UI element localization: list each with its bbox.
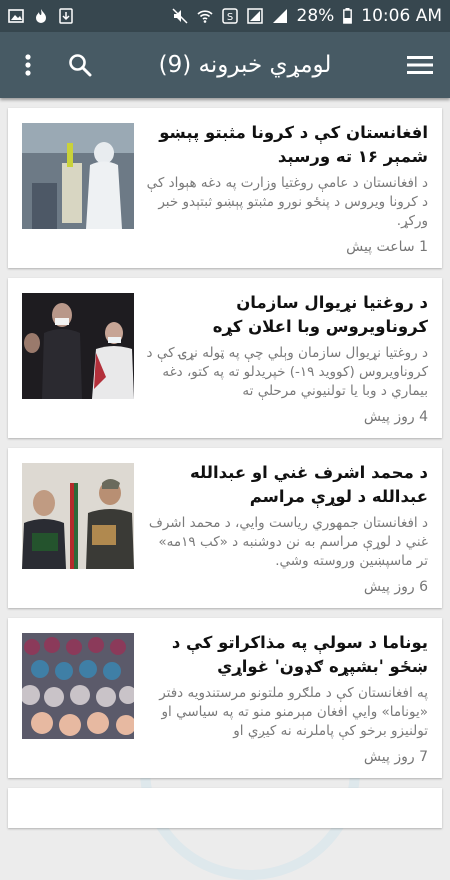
news-text: د روغتیا نړیوال سازمان کروناویروس وبا اع… (146, 291, 428, 401)
news-card[interactable]: د روغتیا نړیوال سازمان کروناویروس وبا اع… (8, 278, 442, 438)
mute-icon (171, 8, 188, 24)
news-thumbnail (22, 123, 134, 229)
news-list: افغانستان کې د کرونا مثبتو پېښو شمېر ۱۶ … (8, 108, 442, 838)
news-title: افغانستان کې د کرونا مثبتو پېښو شمېر ۱۶ … (159, 123, 428, 166)
news-time: 6 روز پیش (363, 579, 428, 595)
news-card[interactable]: د محمد اشرف غني او عبدالله عبدالله د لوړ… (8, 448, 442, 608)
news-time: 7 روز پیش (363, 749, 428, 765)
news-card[interactable]: یوناما د سولې په مذاکراتو کې د ښځو 'بشپړ… (8, 618, 442, 778)
news-summary: د افغانستان جمهوري ریاست وایي، د محمد اش… (148, 515, 428, 569)
svg-text:S: S (226, 12, 232, 23)
data-saver-icon: S (221, 8, 238, 24)
signal-icon (272, 9, 287, 23)
news-thumbnail (22, 633, 134, 739)
app-bar: لومړي خبرونه (9) (0, 32, 450, 98)
status-left-icons (8, 8, 74, 24)
download-icon (59, 8, 73, 24)
more-options-button[interactable] (12, 49, 44, 81)
news-text: د محمد اشرف غني او عبدالله عبدالله د لوړ… (146, 461, 428, 571)
search-icon (69, 54, 92, 77)
image-icon (8, 9, 24, 23)
news-summary: په افغانستان کې د ملګرو ملتونو مرستندویه… (159, 685, 428, 739)
news-card-partial[interactable] (8, 788, 442, 828)
wifi-icon (196, 10, 213, 23)
news-thumbnail (22, 293, 134, 399)
search-button[interactable] (64, 49, 96, 81)
news-title: د محمد اشرف غني او عبدالله عبدالله د لوړ… (190, 463, 428, 506)
battery-percent: 28% (296, 6, 335, 26)
menu-icon (407, 56, 433, 74)
news-thumbnail (22, 463, 134, 569)
signal-box-icon (246, 8, 263, 24)
status-bar: S 28% 10:06 AM (0, 0, 450, 32)
news-title: د روغتیا نړیوال سازمان کروناویروس وبا اع… (212, 293, 428, 336)
status-right-icons: S 28% 10:06 AM (171, 6, 442, 26)
news-summary: د روغتیا نړیوال سازمان وېلي چې په ټوله ن… (146, 345, 428, 399)
news-card[interactable]: افغانستان کې د کرونا مثبتو پېښو شمېر ۱۶ … (8, 108, 442, 268)
news-summary: د افغانستان د عامې روغتیا وزارت په دغه ه… (146, 175, 428, 229)
more-vert-icon (25, 54, 31, 76)
news-text: افغانستان کې د کرونا مثبتو پېښو شمېر ۱۶ … (146, 121, 428, 231)
news-time: 4 روز پیش (363, 409, 428, 425)
news-text: یوناما د سولې په مذاکراتو کې د ښځو 'بشپړ… (146, 631, 428, 741)
news-time: 1 ساعت پیش (346, 239, 428, 255)
hamburger-menu-button[interactable] (404, 49, 436, 81)
news-title: یوناما د سولې په مذاکراتو کې د ښځو 'بشپړ… (171, 633, 428, 676)
battery-icon (343, 8, 353, 24)
clock: 10:06 AM (361, 6, 442, 26)
flame-icon (36, 9, 46, 23)
